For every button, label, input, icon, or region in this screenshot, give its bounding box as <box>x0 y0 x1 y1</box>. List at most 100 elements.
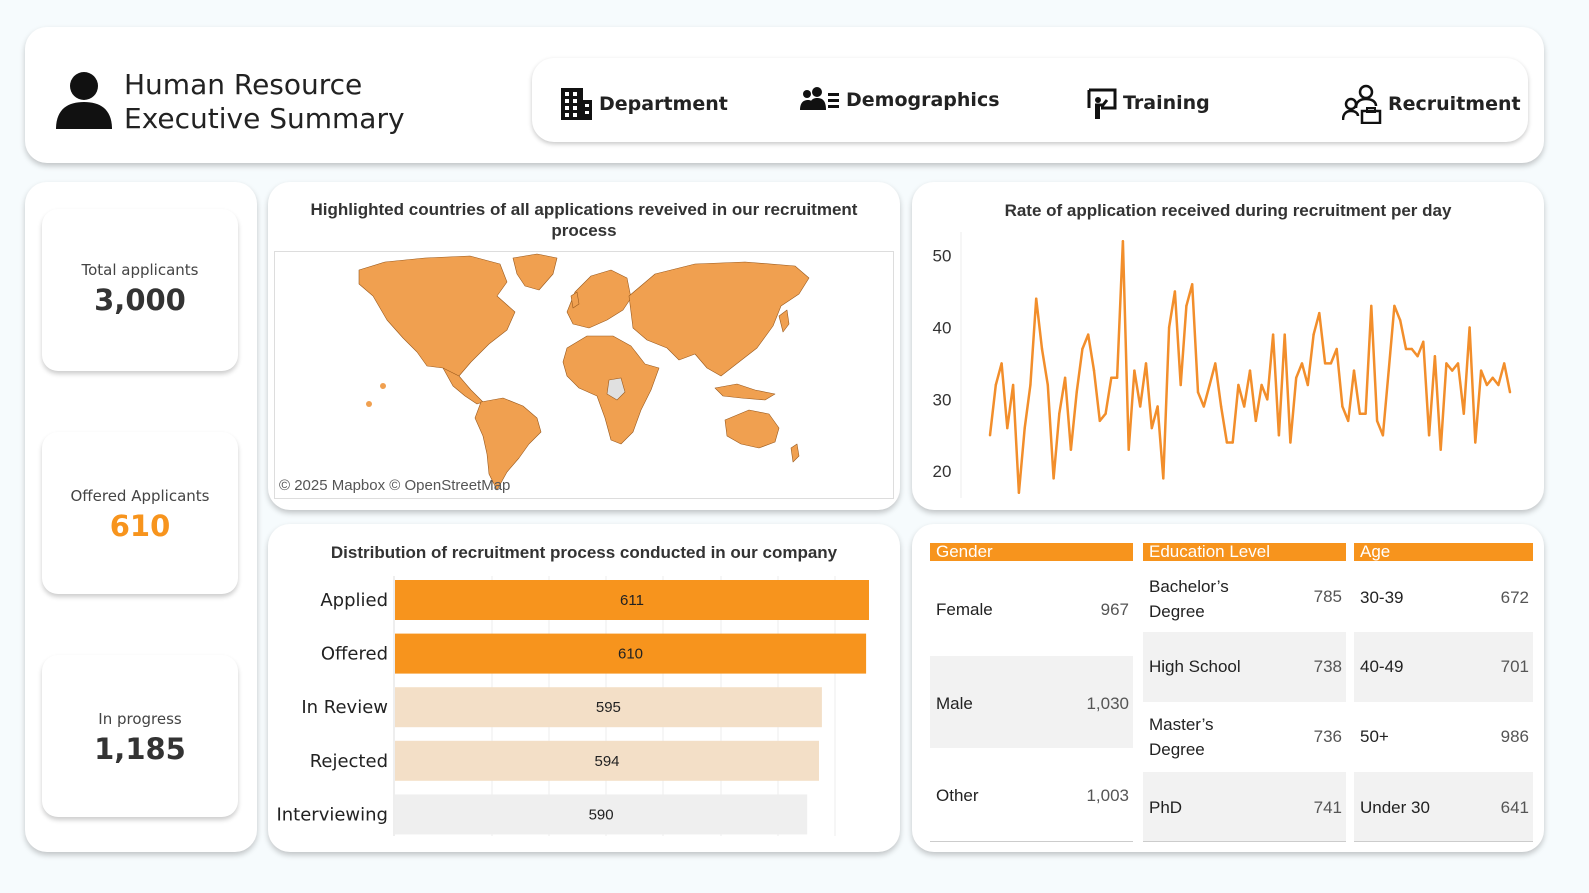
line-point <box>1035 297 1038 300</box>
bar-value-label: 594 <box>594 753 619 770</box>
education-value: 785 <box>1313 587 1342 606</box>
kpi-in-progress: In progress 1,185 <box>42 655 238 817</box>
age-label: 30-39 <box>1360 588 1404 607</box>
line-point <box>1474 441 1477 444</box>
line-point <box>1375 419 1379 423</box>
line-point <box>1219 405 1223 408</box>
nav-recruitment-label: Recruitment <box>1388 93 1521 115</box>
nav-department[interactable]: Department <box>559 86 728 122</box>
kpi-label: In progress <box>98 710 182 728</box>
line-point <box>1029 383 1032 387</box>
age-label: 40-49 <box>1360 657 1404 676</box>
world-map[interactable]: © 2025 Mapbox © OpenStreetMap <box>274 251 894 499</box>
bar-category-label: Applied <box>320 590 388 611</box>
nav-demographics-label: Demographics <box>846 89 1000 111</box>
building-icon <box>561 88 592 120</box>
line-point <box>1410 347 1413 351</box>
line-point <box>1069 448 1073 451</box>
person-icon <box>56 72 112 129</box>
line-point <box>1058 412 1061 415</box>
bar-category-label: Rejected <box>310 751 388 772</box>
map-australia <box>724 409 780 449</box>
line-point <box>1283 333 1286 336</box>
line-point <box>1329 362 1333 365</box>
age-value: 672 <box>1500 588 1529 607</box>
line-point <box>1323 362 1327 365</box>
line-point <box>1456 362 1460 365</box>
line-point <box>1196 391 1200 394</box>
line-point <box>1191 283 1194 286</box>
line-point <box>1422 340 1425 343</box>
page-title: Human Resource Executive Summary <box>124 68 405 136</box>
line-point <box>1087 333 1090 336</box>
nav-recruitment[interactable]: Recruitment <box>1342 84 1521 124</box>
line-point <box>1295 376 1298 379</box>
page-title-line2: Executive Summary <box>124 102 405 135</box>
line-point <box>1243 405 1246 408</box>
map-central-america <box>442 367 484 405</box>
line-point <box>1352 369 1356 372</box>
line-point <box>1439 448 1442 451</box>
line-point <box>1462 412 1465 415</box>
line-point <box>988 434 992 437</box>
line-point <box>1162 477 1165 480</box>
nav-training[interactable]: Training <box>1087 86 1210 120</box>
line-point <box>1300 362 1304 365</box>
demographics-table-card: Gender Female 967 Male 1,030 Other 1,003… <box>912 524 1544 852</box>
line-point <box>1399 319 1402 322</box>
kpi-value: 3,000 <box>94 283 186 317</box>
nav-bar: Department Demographics Training Recruit… <box>532 58 1528 142</box>
education-label: PhD <box>1149 798 1183 817</box>
line-point <box>1081 347 1084 351</box>
map-pacific-island <box>366 401 372 407</box>
line-point <box>1092 369 1096 372</box>
table-row: High School 738 <box>1143 632 1346 702</box>
kpi-label: Offered Applicants <box>70 487 210 505</box>
map-card: Highlighted countries of all application… <box>268 182 900 510</box>
users-icon <box>800 87 839 110</box>
line-point <box>1104 412 1107 415</box>
line-series <box>988 239 1512 495</box>
line-point <box>1491 376 1494 379</box>
kpi-total-applicants: Total applicants 3,000 <box>42 209 238 371</box>
line-point <box>1387 369 1390 372</box>
education-label: Bachelor’s <box>1149 577 1229 596</box>
line-point <box>1260 383 1263 387</box>
bar-category-label: Offered <box>321 644 388 665</box>
table-row: 30-39 672 <box>1354 564 1533 632</box>
line-point <box>1127 448 1130 451</box>
line-point <box>1225 441 1229 444</box>
presentation-icon <box>1087 88 1117 119</box>
line-point <box>1347 419 1350 423</box>
table-header-age: Age <box>1354 543 1533 561</box>
line-point <box>1231 441 1234 444</box>
table-header-education: Education Level <box>1143 543 1346 561</box>
education-label: Master’s <box>1149 715 1214 734</box>
line-point <box>1000 362 1003 365</box>
line-point <box>1156 405 1159 408</box>
map-greenland <box>512 253 558 291</box>
map-title: Highlighted countries of all application… <box>310 200 858 240</box>
table-row: 40-49 701 <box>1354 632 1533 702</box>
kpi-offered-applicants: Offered Applicants 610 <box>42 432 238 594</box>
line-point <box>1393 304 1396 308</box>
line-chart-plot: 20 30 40 50 <box>933 232 1512 498</box>
line-point <box>1271 333 1275 336</box>
nav-training-label: Training <box>1123 92 1210 114</box>
line-point <box>1433 355 1437 358</box>
line-point <box>1237 383 1240 387</box>
line-point <box>1306 383 1309 387</box>
education-label-line2: Degree <box>1149 740 1205 759</box>
line-point <box>994 383 997 387</box>
line-point <box>1479 369 1483 372</box>
line-point <box>1144 362 1148 365</box>
age-value: 986 <box>1500 727 1529 746</box>
map-indonesia <box>714 383 776 401</box>
line-point <box>1497 383 1500 387</box>
line-point <box>1318 311 1321 315</box>
nav-demographics[interactable]: Demographics <box>800 86 1000 114</box>
line-point <box>1485 383 1489 387</box>
map-new-zealand <box>790 443 800 463</box>
line-chart-card: Rate of application received during recr… <box>912 182 1544 510</box>
line-point <box>1289 441 1292 444</box>
